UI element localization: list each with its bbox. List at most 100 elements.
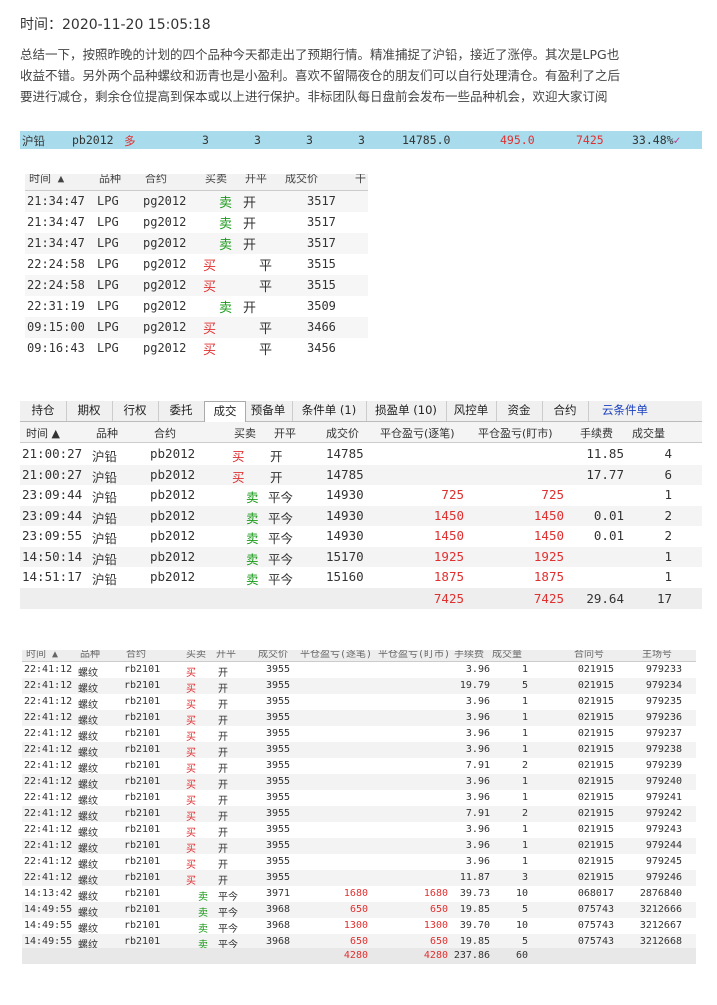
tab-2[interactable]: 行权: [112, 401, 159, 421]
tab-3[interactable]: 委托: [158, 401, 205, 421]
table-row[interactable]: 21:34:47 LPG pg2012 卖开 3517: [25, 191, 368, 212]
table-row[interactable]: 22:41:12 螺纹 rb2101 买 开 3955 3.96 1 021915 979240: [22, 774, 696, 791]
cell-time: 22:41:12: [24, 840, 73, 851]
col-product[interactable]: 品种: [99, 174, 121, 186]
cell-product: 螺纹: [78, 828, 98, 839]
table-row[interactable]: 22:41:12 螺纹 rb2101 买 开 3955 3.96 1 021915 979241: [22, 790, 696, 807]
cell-pnl-mark: 1875: [533, 569, 564, 584]
tab-1[interactable]: 期权: [66, 401, 113, 421]
cell-side: 买: [186, 796, 196, 807]
col-exchange-no[interactable]: 主场号: [642, 650, 672, 660]
col-time[interactable]: 时间 ▲: [29, 174, 64, 186]
col-volume[interactable]: 成交量: [632, 425, 665, 441]
table-row[interactable]: 14:49:55 螺纹 rb2101 卖平今 3968 650 650 19.85 5 07574…: [22, 902, 696, 919]
col-pnl-trade[interactable]: 平仓盈亏(逐笔): [380, 425, 455, 441]
cell-fee: 3.96: [465, 840, 490, 851]
rebar-totals-row: 4280 4280 237.86 60: [22, 948, 696, 964]
cell-fee: 19.85: [459, 904, 490, 915]
tab-6[interactable]: 条件单 (1): [292, 401, 367, 421]
table-row[interactable]: 23:09:55 沪铅 pb2012 卖平今 14930 1450 1450 0.01 2: [20, 526, 702, 547]
table-row[interactable]: 09:16:43 LPG pg2012 买 平 3456: [25, 338, 368, 359]
cell-exchange-no: 979245: [645, 856, 682, 867]
col-price[interactable]: 成交价: [326, 425, 359, 441]
table-row[interactable]: 14:50:14 沪铅 pb2012 卖平今 15170 1925 1925 1: [20, 546, 702, 567]
col-price[interactable]: 成交价: [285, 174, 318, 186]
table-row[interactable]: 22:41:12 螺纹 rb2101 买 开 3955 7.91 2 021915 979242: [22, 806, 696, 823]
col-pnl-mark[interactable]: 平仓盈亏(盯市): [478, 425, 553, 441]
position-summary-row[interactable]: 沪铅 pb2012 多 3 3 3 3 14785.0 495.0 7425 3…: [20, 131, 702, 149]
col-contract[interactable]: 合约: [154, 425, 176, 441]
col-time[interactable]: 时间 ▲: [26, 425, 60, 441]
col-product[interactable]: 品种: [80, 650, 100, 660]
summary-ratio-value: 33.48%: [632, 133, 674, 147]
col-product[interactable]: 品种: [96, 425, 118, 441]
col-open-close[interactable]: 开平: [216, 650, 236, 660]
col-fee[interactable]: 手续费: [454, 650, 484, 660]
col-open-close[interactable]: 开平: [274, 425, 296, 441]
cell-side: 买: [186, 684, 196, 695]
cell-contract: pb2012: [150, 446, 196, 461]
table-row[interactable]: 22:41:12 螺纹 rb2101 买 开 3955 3.96 1 021915 979233: [22, 662, 696, 679]
table-row[interactable]: 22:41:12 螺纹 rb2101 买 开 3955 3.96 1 021915 979244: [22, 838, 696, 855]
table-row[interactable]: 09:15:00 LPG pg2012 买 平 3466: [25, 317, 368, 338]
table-row[interactable]: 21:00:27 沪铅 pb2012 买 开 14785 17.77 6: [20, 464, 702, 485]
cell-fee: 7.91: [465, 808, 490, 819]
cell-price: 3968: [266, 936, 291, 947]
tab-8[interactable]: 风控单: [446, 401, 497, 421]
table-row[interactable]: 14:13:42 螺纹 rb2101 卖平今 3971 1680 1680 39.73 10 06…: [22, 886, 696, 903]
cell-pnl-mark: 1680: [423, 888, 448, 899]
tab-11[interactable]: 云条件单: [588, 401, 662, 421]
cell-open-close: 开: [218, 780, 228, 791]
table-row[interactable]: 23:09:44 沪铅 pb2012 卖平今 14930 1450 1450 0.01 2: [20, 505, 702, 526]
col-time[interactable]: 时间 ▲: [26, 650, 58, 660]
summary-contract: pb2012: [72, 133, 114, 147]
cell-open-close: 开: [218, 684, 228, 695]
table-row[interactable]: 22:41:12 螺纹 rb2101 买 开 3955 3.96 1 021915 979235: [22, 694, 696, 711]
cell-product: LPG: [97, 341, 119, 355]
cell-contract: pg2012: [143, 278, 187, 292]
col-contract[interactable]: 合约: [145, 174, 167, 186]
table-row[interactable]: 22:24:58 LPG pg2012 买 平 3515: [25, 254, 368, 275]
col-contract[interactable]: 合约: [126, 650, 146, 660]
table-row[interactable]: 21:00:27 沪铅 pb2012 买 开 14785 11.85 4: [20, 444, 702, 465]
cell-time: 22:24:58: [27, 257, 85, 271]
tab-0[interactable]: 持仓: [20, 401, 67, 421]
table-row[interactable]: 14:49:55 螺纹 rb2101 卖平今 3968 1300 1300 39.70 10 07…: [22, 918, 696, 935]
table-row[interactable]: 21:34:47 LPG pg2012 卖开 3517: [25, 212, 368, 233]
table-row[interactable]: 22:41:12 螺纹 rb2101 买 开 3955 3.96 1 021915 979245: [22, 854, 696, 871]
col-fee[interactable]: 手续费: [580, 425, 613, 441]
cell-time: 22:41:12: [24, 696, 73, 707]
tab-5[interactable]: 预备单: [244, 401, 293, 421]
col-pnl-mark[interactable]: 平仓盈亏(盯市): [378, 650, 450, 660]
col-price[interactable]: 成交价: [258, 650, 288, 660]
table-row[interactable]: 22:41:12 螺纹 rb2101 买 开 3955 3.96 1 021915 979236: [22, 710, 696, 727]
cell-side: 买: [232, 469, 245, 485]
cell-open-close: 开: [218, 812, 228, 823]
col-contract-no[interactable]: 合同号: [574, 650, 604, 660]
tab-7[interactable]: 损盈单 (10): [366, 401, 447, 421]
table-row[interactable]: 22:41:12 螺纹 rb2101 买 开 3955 3.96 1 021915 979243: [22, 822, 696, 839]
col-side[interactable]: 买卖: [234, 425, 256, 441]
tab-10[interactable]: 合约: [542, 401, 589, 421]
table-row[interactable]: 23:09:44 沪铅 pb2012 卖平今 14930 725 725 1: [20, 485, 702, 506]
col-open-close[interactable]: 开平: [245, 174, 267, 186]
col-side[interactable]: 买卖: [205, 174, 227, 186]
tab-4[interactable]: 成交: [204, 401, 246, 422]
table-row[interactable]: 22:24:58 LPG pg2012 买 平 3515: [25, 275, 368, 296]
table-row[interactable]: 22:41:12 螺纹 rb2101 买 开 3955 3.96 1 021915 979238: [22, 742, 696, 759]
table-row[interactable]: 14:51:17 沪铅 pb2012 卖平今 15160 1875 1875 1: [20, 567, 702, 588]
col-volume[interactable]: 成交量: [492, 650, 522, 660]
cell-price: 3955: [266, 664, 291, 675]
table-row[interactable]: 22:41:12 螺纹 rb2101 买 开 3955 19.79 5 021915 979234: [22, 678, 696, 695]
table-row[interactable]: 22:41:12 螺纹 rb2101 买 开 3955 3.96 1 021915 979237: [22, 726, 696, 743]
table-row[interactable]: 21:34:47 LPG pg2012 卖开 3517: [25, 233, 368, 254]
cell-open-close: 开: [270, 449, 283, 464]
tab-9[interactable]: 资金: [496, 401, 543, 421]
col-pnl-trade[interactable]: 平仓盈亏(逐笔): [300, 650, 372, 660]
col-side[interactable]: 买卖: [186, 650, 206, 660]
table-row[interactable]: 22:41:12 螺纹 rb2101 买 开 3955 7.91 2 021915 979239: [22, 758, 696, 775]
table-row[interactable]: 22:31:19 LPG pg2012 卖开 3509: [25, 296, 368, 317]
table-row[interactable]: 22:41:12 螺纹 rb2101 买 开 3955 11.87 3 021915 979246: [22, 870, 696, 887]
col-more[interactable]: 干: [355, 174, 366, 186]
cell-time: 23:09:44: [22, 507, 83, 523]
